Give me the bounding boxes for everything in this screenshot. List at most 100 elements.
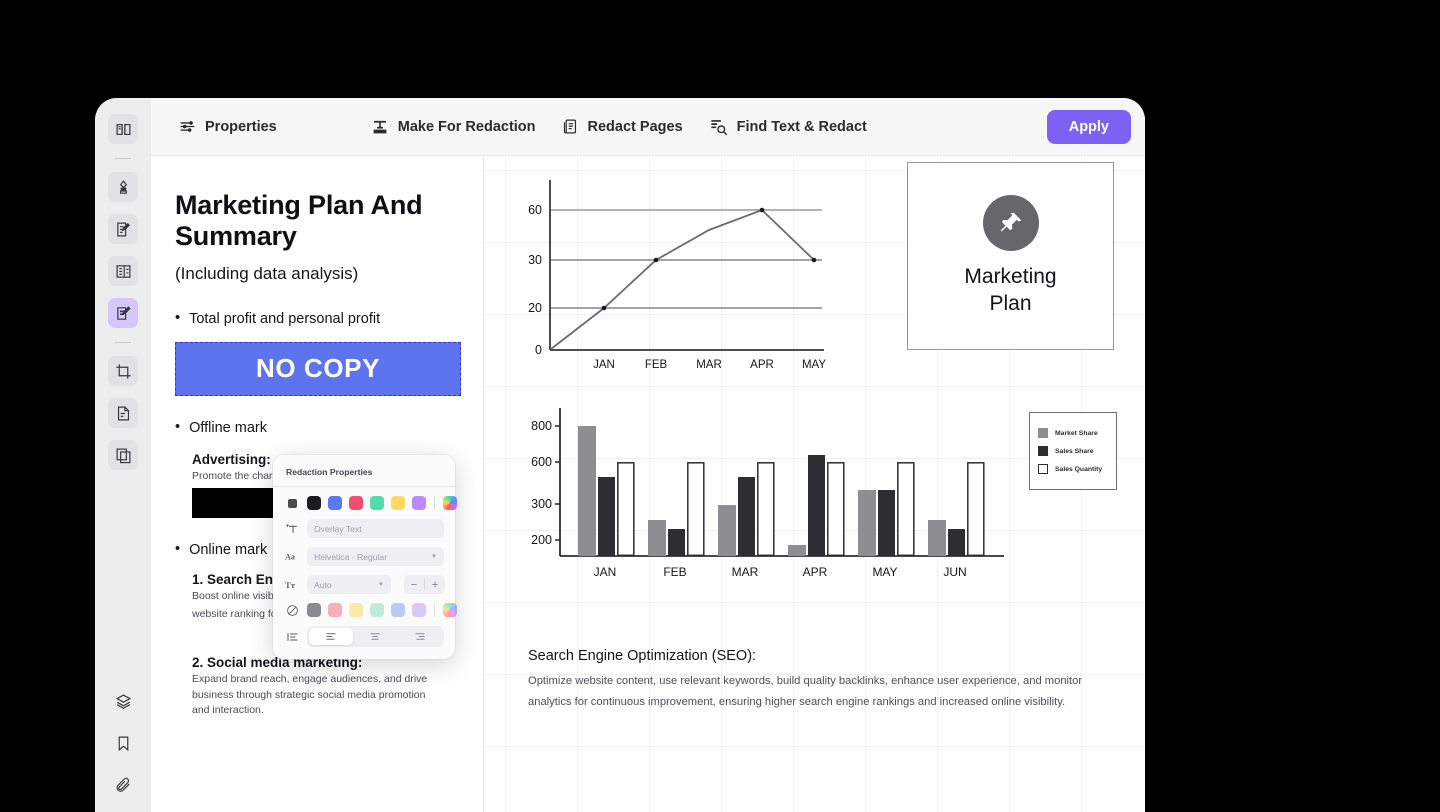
text-color-icon <box>284 604 300 617</box>
bar-sales-quantity <box>897 462 915 557</box>
bar-ytick-200: 200 <box>531 533 552 547</box>
align-left-button[interactable] <box>309 628 354 645</box>
fill-swatch-custom-color[interactable] <box>443 496 457 510</box>
text-color-row[interactable] <box>284 603 457 617</box>
bar-xtick-jan: JAN <box>594 565 617 579</box>
toolbar-make-for-redaction-label: Make For Redaction <box>397 118 536 135</box>
align-left-icon <box>326 633 336 640</box>
redaction-box-no-copy[interactable]: NO COPY <box>175 341 461 396</box>
sidebar-item-highlight[interactable] <box>108 172 138 202</box>
legend-label-market-share: Market Share <box>1055 429 1098 437</box>
marketing-plan-card[interactable]: Marketing Plan <box>907 162 1114 350</box>
bar-group-jan <box>578 426 635 557</box>
bar-chart-legend: Market Share Sales Share Sales Quantity <box>1029 412 1117 490</box>
legend-label-sales-quantity: Sales Quantity <box>1055 465 1103 473</box>
text-swatch-custom-color[interactable] <box>443 603 457 617</box>
bullet-item-1: • Total profit and personal profit <box>175 309 461 327</box>
page-left: Marketing Plan And Summary (Including da… <box>151 156 484 812</box>
legend-item-market-share: Market Share <box>1038 428 1108 438</box>
fill-swatch-blue[interactable] <box>328 496 342 510</box>
bullet-item-2-label: Offline mark <box>189 419 267 436</box>
fill-swatch-black[interactable] <box>307 496 321 510</box>
bar-sales-quantity <box>827 462 845 557</box>
align-right-button[interactable] <box>398 628 442 645</box>
bar-group-mar <box>718 462 775 557</box>
bar-xtick-may: MAY <box>872 565 897 579</box>
page-extract-icon <box>117 406 129 420</box>
xtick-jan: JAN <box>593 359 615 371</box>
card-label-line1: Marketing <box>964 264 1057 288</box>
text-swatch-pink[interactable] <box>328 603 342 617</box>
sidebar-item-form[interactable] <box>108 256 138 286</box>
overlay-text-input[interactable]: Overlay Text <box>307 519 444 538</box>
fill-swatch-red[interactable] <box>349 496 363 510</box>
text-swatch-yellow[interactable] <box>349 603 363 617</box>
bar-xtick-apr: APR <box>803 565 828 579</box>
marketing-plan-card-label: Marketing Plan <box>964 263 1056 318</box>
fill-color-row[interactable] <box>284 496 457 510</box>
fill-swatch-yellow[interactable] <box>391 496 405 510</box>
bar-sales-quantity <box>687 462 705 557</box>
sidebar-item-crop[interactable] <box>108 356 138 386</box>
font-icon: Aa <box>284 551 300 563</box>
toolbar-properties-button[interactable]: Properties <box>169 111 287 142</box>
bullet-item-2: • Offline mark <box>175 419 461 436</box>
toolbar-make-for-redaction-button[interactable]: Make For Redaction <box>361 111 546 143</box>
text-swatch-mint[interactable] <box>370 603 384 617</box>
sidebar-item-layers[interactable] <box>108 686 138 716</box>
text-swatch-blue[interactable] <box>391 603 405 617</box>
bar-xtick-mar: MAR <box>732 565 759 579</box>
font-select[interactable]: Helvetica · Regular ▼ <box>307 547 444 566</box>
redact-edit-icon <box>116 305 131 320</box>
legend-swatch-sales-share <box>1038 446 1048 456</box>
ytick-0: 0 <box>535 343 542 357</box>
overlay-text-icon <box>284 522 300 535</box>
pin-badge <box>982 194 1039 251</box>
bullet-dot: • <box>175 309 181 326</box>
text-swatch-lavender[interactable] <box>412 603 426 617</box>
popup-title: Redaction Properties <box>286 467 373 477</box>
page-title: Marketing Plan And Summary <box>175 190 423 252</box>
font-select-value: Helvetica · Regular <box>314 551 388 562</box>
sidebar-item-read[interactable] <box>108 114 138 144</box>
toolbar-find-text-redact-button[interactable]: Find Text & Redact <box>699 110 877 143</box>
bar-sales-share <box>738 477 755 556</box>
apply-button[interactable]: Apply <box>1046 109 1131 144</box>
xtick-apr: APR <box>750 359 774 371</box>
sidebar-item-bookmarks[interactable] <box>108 728 138 758</box>
legend-swatch-sales-quantity <box>1038 464 1048 474</box>
bar-sales-share <box>878 490 895 556</box>
alignment-row[interactable] <box>284 626 444 647</box>
text-swatch-gray[interactable] <box>307 603 321 617</box>
align-center-button[interactable] <box>353 628 397 645</box>
font-size-decrease-button[interactable]: − <box>404 579 424 591</box>
bar-sales-quantity <box>617 462 635 557</box>
fill-swatch-green[interactable] <box>370 496 384 510</box>
font-size-increase-button[interactable]: + <box>425 579 445 591</box>
toolbar-redact-pages-button[interactable]: Redact Pages <box>552 111 693 142</box>
font-size-row[interactable]: Tт Auto ▼ − + <box>284 575 445 594</box>
bar-xtick-jun: JUN <box>943 565 966 579</box>
fill-swatch-purple[interactable] <box>412 496 426 510</box>
seo-section: Search Engine Optimization (SEO): Optimi… <box>528 648 1088 712</box>
font-size-select[interactable]: Auto ▼ <box>307 575 391 594</box>
xtick-may: MAY <box>802 359 826 371</box>
document-pages-icon <box>563 119 576 134</box>
overlay-text-row[interactable]: Overlay Text <box>284 519 444 538</box>
redaction-properties-popup[interactable]: Redaction Properties Overlay Text Aa Hel… <box>273 455 457 659</box>
tool-sidebar[interactable] <box>95 98 151 812</box>
font-size-stepper[interactable]: − + <box>404 575 445 594</box>
book-open-icon <box>116 123 130 135</box>
font-row[interactable]: Aa Helvetica · Regular ▼ <box>284 547 444 566</box>
current-fill-chip <box>287 498 297 508</box>
tt-icon: Tт <box>285 579 296 589</box>
page-subtitle: (Including data analysis) <box>175 263 359 283</box>
alignment-group[interactable] <box>307 626 444 647</box>
sidebar-item-annotate[interactable] <box>108 214 138 244</box>
sidebar-item-attachments[interactable] <box>108 770 138 800</box>
sidebar-item-redact[interactable] <box>108 298 138 328</box>
sidebar-item-organize-pages[interactable] <box>108 440 138 470</box>
sidebar-item-extract-page[interactable] <box>108 398 138 428</box>
bullet-item-1-label: Total profit and personal profit <box>189 310 381 327</box>
swatch-divider <box>434 603 435 617</box>
